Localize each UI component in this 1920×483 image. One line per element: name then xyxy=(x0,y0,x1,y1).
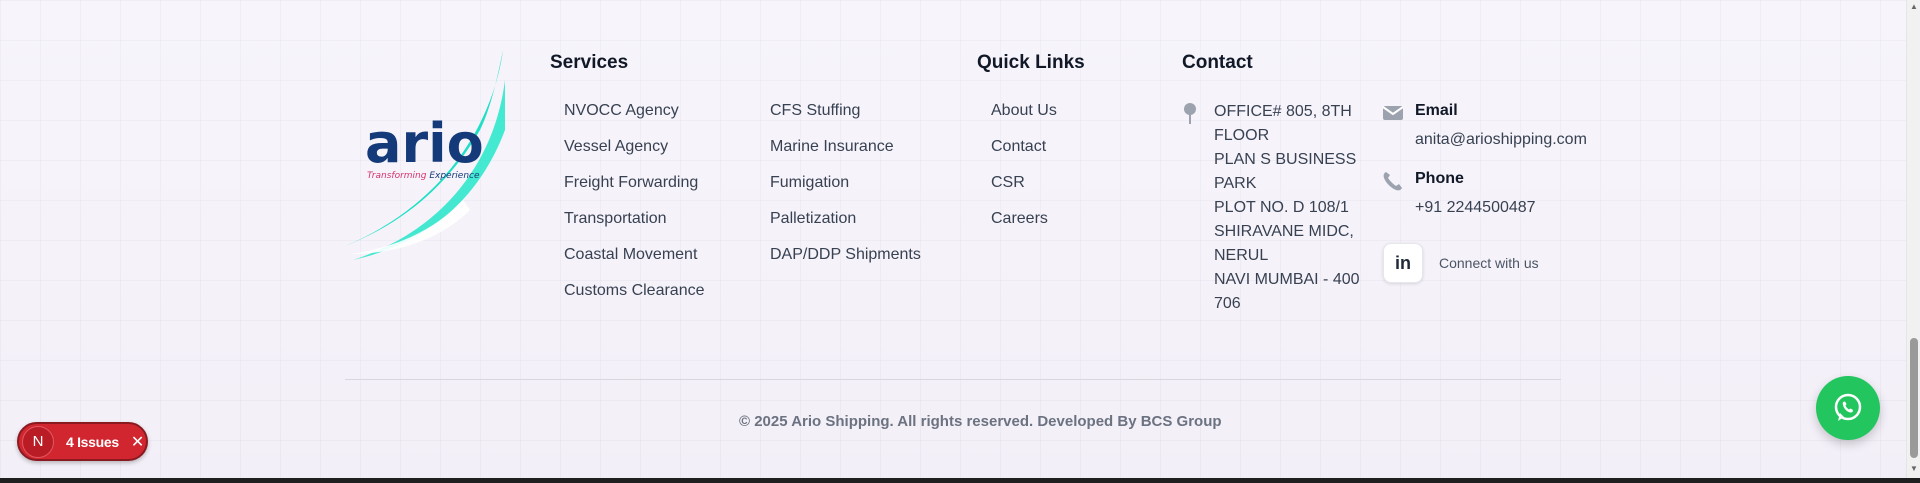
copyright-text: © 2025 Ario Shipping. All rights reserve… xyxy=(739,413,1222,430)
service-link[interactable]: Fumigation xyxy=(770,173,921,209)
service-link[interactable]: DAP/DDP Shipments xyxy=(770,245,921,281)
phone-icon xyxy=(1383,172,1402,191)
logo-tagline-part1: Transforming xyxy=(367,171,429,181)
phone-label: Phone xyxy=(1415,170,1464,187)
services-list-1: NVOCC Agency Vessel Agency Freight Forwa… xyxy=(564,101,705,317)
whatsapp-button[interactable] xyxy=(1816,376,1880,440)
issues-count: 4 Issues xyxy=(66,433,119,450)
phone-value[interactable]: +91 2244500487 xyxy=(1415,199,1536,217)
quick-links-title: Quick Links xyxy=(977,52,1085,73)
nextjs-avatar: N xyxy=(22,425,54,458)
address-line: PLOT NO. D 108/1 xyxy=(1214,199,1349,216)
logo-tagline-part2: Experience xyxy=(429,171,480,181)
envelope-icon xyxy=(1382,106,1404,120)
address-line: NERUL xyxy=(1214,247,1269,264)
contact-title: Contact xyxy=(1182,52,1253,73)
quick-link-csr[interactable]: CSR xyxy=(991,173,1057,209)
service-link[interactable]: CFS Stuffing xyxy=(770,101,921,137)
quick-link-careers[interactable]: Careers xyxy=(991,209,1057,245)
service-link[interactable]: Transportation xyxy=(564,209,705,245)
services-list-2: CFS Stuffing Marine Insurance Fumigation… xyxy=(770,101,921,281)
address-line: PLAN S BUSINESS xyxy=(1214,151,1357,168)
email-label: Email xyxy=(1415,102,1458,119)
map-pin-icon xyxy=(1184,103,1196,124)
linkedin-icon[interactable]: in xyxy=(1383,243,1423,283)
service-link[interactable]: NVOCC Agency xyxy=(564,101,705,137)
close-icon[interactable]: ✕ xyxy=(131,432,144,452)
service-link[interactable]: Coastal Movement xyxy=(564,245,705,281)
vertical-scrollbar[interactable]: ▲ ▼ xyxy=(1906,0,1920,478)
quick-links-list: About Us Contact CSR Careers xyxy=(991,101,1057,245)
scroll-down-icon[interactable]: ▼ xyxy=(1910,464,1918,473)
scrollbar-thumb[interactable] xyxy=(1910,338,1918,458)
service-link[interactable]: Palletization xyxy=(770,209,921,245)
scroll-up-icon[interactable]: ▲ xyxy=(1910,2,1918,11)
quick-link-about-us[interactable]: About Us xyxy=(991,101,1057,137)
window-bottom-edge xyxy=(0,478,1920,483)
address-line: FLOOR xyxy=(1214,127,1270,144)
logo-wordmark: ario xyxy=(365,112,484,175)
service-link[interactable]: Freight Forwarding xyxy=(564,173,705,209)
quick-link-contact[interactable]: Contact xyxy=(991,137,1057,173)
ario-logo-graphic: ario Transforming Experience xyxy=(345,50,505,260)
address-line: SHIRAVANE MIDC, xyxy=(1214,223,1354,240)
address-line: NAVI MUMBAI - 400 xyxy=(1214,271,1360,288)
address-line: 706 xyxy=(1214,295,1241,312)
footer-divider xyxy=(345,379,1561,380)
services-title: Services xyxy=(550,52,629,73)
ario-logo[interactable]: ario Transforming Experience xyxy=(345,50,505,262)
service-link[interactable]: Customs Clearance xyxy=(564,281,705,317)
connect-with-us-text: Connect with us xyxy=(1439,255,1539,271)
email-value[interactable]: anita@arioshipping.com xyxy=(1415,131,1587,149)
whatsapp-icon xyxy=(1834,393,1862,421)
address-line: OFFICE# 805, 8TH xyxy=(1214,103,1352,120)
office-address: OFFICE# 805, 8TH FLOOR PLAN S BUSINESS P… xyxy=(1214,100,1364,316)
svg-text:Transforming Experience: Transforming Experience xyxy=(367,171,480,181)
issues-badge[interactable]: N 4 Issues ✕ xyxy=(17,422,148,461)
service-link[interactable]: Marine Insurance xyxy=(770,137,921,173)
service-link[interactable]: Vessel Agency xyxy=(564,137,705,173)
address-line: PARK xyxy=(1214,175,1257,192)
